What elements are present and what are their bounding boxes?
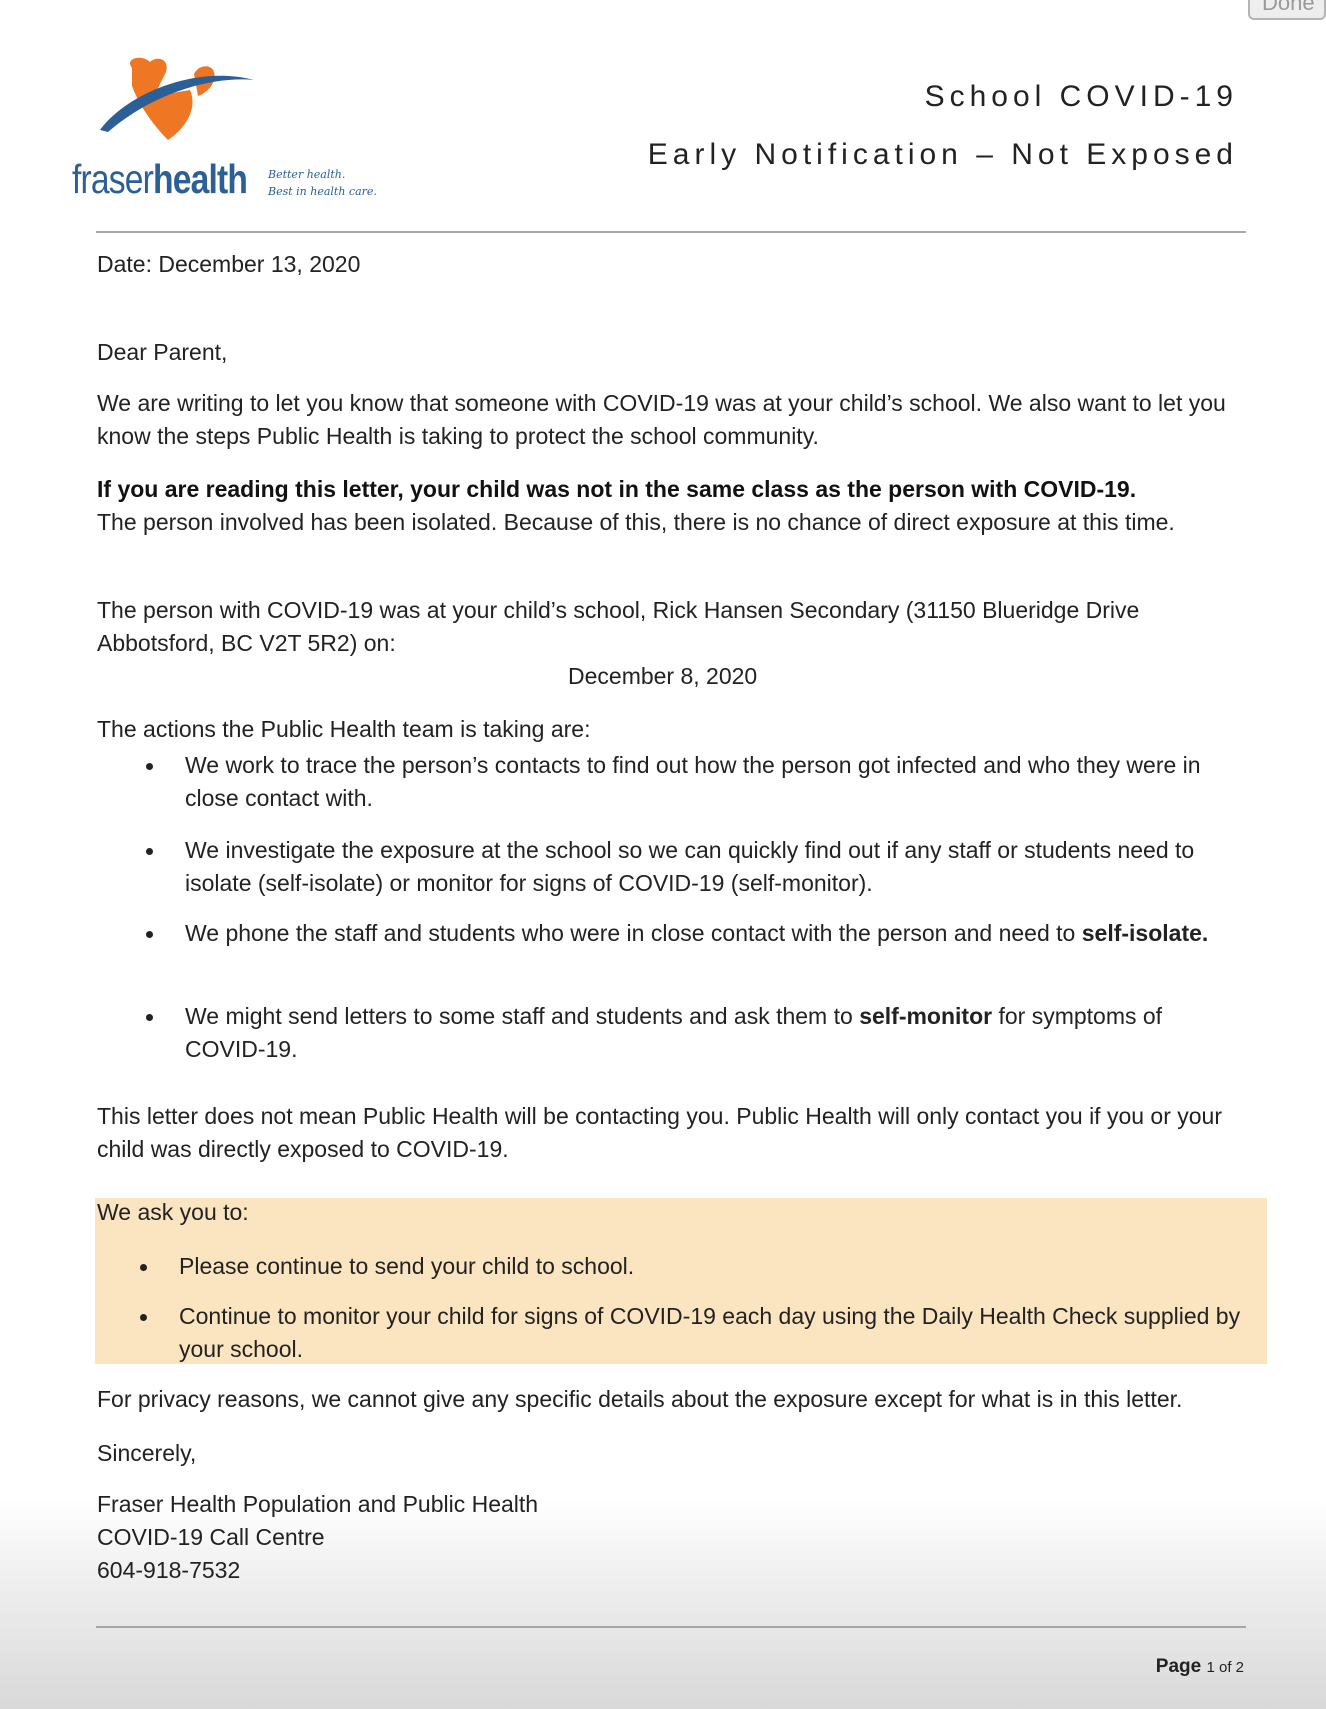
fraser-health-logo: fraserhealth Better health. Best in heal… <box>72 56 382 216</box>
list-item: Continue to monitor your child for signs… <box>97 1300 1247 1366</box>
list-item: We phone the staff and students who were… <box>97 917 1247 1000</box>
greeting: Dear Parent, <box>97 339 228 365</box>
logo-wordmark: fraserhealth <box>72 156 248 202</box>
logo-tagline: Better health. Best in health care. <box>268 166 377 200</box>
intro-paragraph: We are writing to let you know that some… <box>97 390 1226 449</box>
signature-dept: COVID-19 Call Centre <box>97 1524 325 1550</box>
document-title: School COVID-19 <box>924 80 1238 113</box>
ask-intro: We ask you to: <box>97 1199 249 1225</box>
fraser-health-heart-icon <box>100 57 254 140</box>
document-subtitle: Early Notification – Not Exposed <box>647 138 1238 171</box>
actions-list: We work to trace the person’s contacts t… <box>97 749 1247 1085</box>
letter-date: Date: December 13, 2020 <box>97 251 361 277</box>
isolation-statement: The person involved has been isolated. B… <box>97 509 1175 535</box>
list-item: Please continue to send your child to sc… <box>97 1250 1247 1300</box>
school-location-paragraph: The person with COVID-19 was at your chi… <box>97 597 1140 656</box>
list-item: We investigate the exposure at the schoo… <box>97 834 1247 917</box>
logo-tagline-line-1: Better health. <box>268 168 346 181</box>
footer-divider <box>96 1626 1246 1628</box>
not-exposed-statement: If you are reading this letter, your chi… <box>97 476 1137 502</box>
logo-tagline-line-2: Best in health care. <box>268 185 377 198</box>
no-contact-paragraph: This letter does not mean Public Health … <box>97 1103 1223 1162</box>
letter-page: Done fraserhealth Better health. Best in… <box>0 0 1326 1709</box>
not-exposed-paragraph: If you are reading this letter, your chi… <box>97 473 1247 539</box>
requests-list: Please continue to send your child to sc… <box>97 1250 1247 1366</box>
signature-org: Fraser Health Population and Public Heal… <box>97 1491 539 1517</box>
signature-phone: 604-918-7532 <box>97 1557 241 1583</box>
signature-block: Fraser Health Population and Public Heal… <box>97 1488 1247 1587</box>
exposure-date: December 8, 2020 <box>568 663 758 689</box>
header-divider <box>96 231 1246 233</box>
list-item: We might send letters to some staff and … <box>97 1000 1247 1085</box>
closing: Sincerely, <box>97 1440 197 1466</box>
privacy-paragraph: For privacy reasons, we cannot give any … <box>97 1386 1183 1412</box>
done-button[interactable]: Done <box>1248 0 1326 20</box>
list-item: We work to trace the person’s contacts t… <box>97 749 1247 834</box>
actions-intro: The actions the Public Health team is ta… <box>97 716 591 742</box>
page-number: Page 1 of 2 <box>1155 1656 1244 1677</box>
